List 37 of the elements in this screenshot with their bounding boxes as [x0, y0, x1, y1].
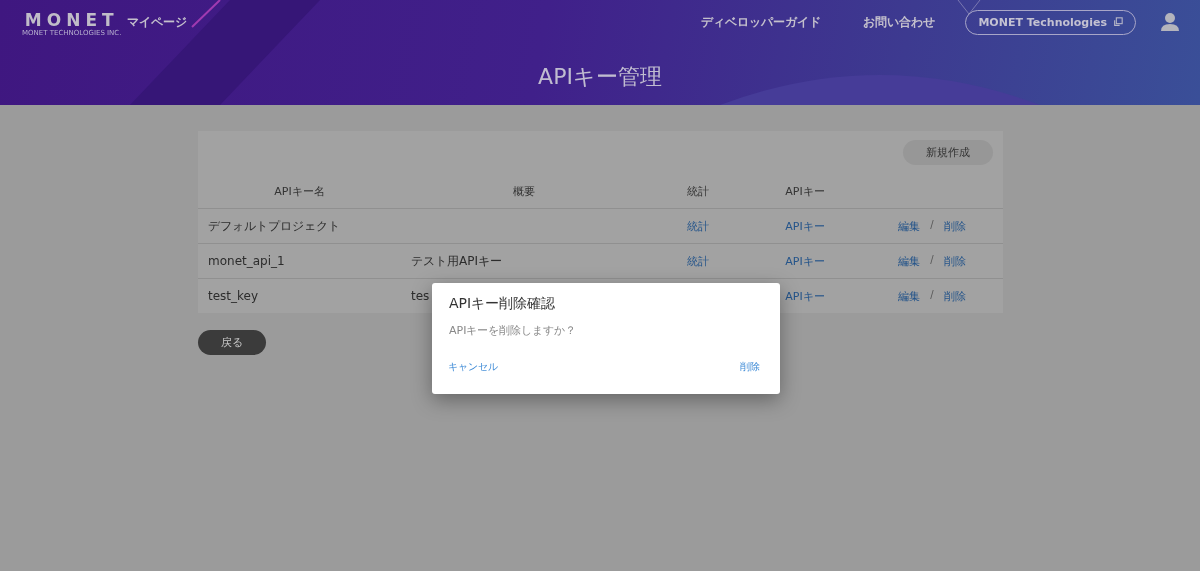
delete-link[interactable]: 削除	[943, 218, 966, 234]
dialog-title: APIキー削除確認	[449, 295, 557, 313]
stats-link[interactable]: 統計	[687, 219, 709, 233]
column-header: APIキー名	[273, 184, 326, 199]
separator: /	[930, 253, 934, 267]
edit-link[interactable]: 編集	[898, 288, 921, 304]
api-key-link[interactable]: APIキー	[785, 219, 825, 233]
api-key-link[interactable]: APIキー	[785, 254, 825, 268]
external-link-icon	[1113, 17, 1123, 27]
delete-link[interactable]: 削除	[943, 253, 966, 269]
nav-link[interactable]: ディベロッパーガイド	[701, 13, 822, 31]
table-cell: tes	[411, 289, 430, 303]
page-title: APIキー管理	[538, 63, 662, 91]
stats-link[interactable]: 統計	[687, 254, 709, 268]
edit-link[interactable]: 編集	[898, 253, 921, 269]
table-cell-text: monet_api_1	[207, 254, 286, 268]
edit-link[interactable]: 編集	[898, 218, 921, 234]
logo-text: MONET	[24, 10, 119, 29]
column-header: 概要	[512, 184, 536, 199]
accent-line	[191, 0, 221, 28]
dialog-message: APIキーを削除しますか？	[449, 323, 578, 338]
back-button[interactable]: 戻る	[198, 330, 266, 355]
delete-button[interactable]: 削除	[736, 360, 764, 374]
separator: /	[930, 288, 934, 302]
table-cell: テスト用APIキー	[411, 253, 502, 268]
cancel-button[interactable]: キャンセル	[444, 360, 502, 374]
table-cell-text: test_key	[207, 289, 260, 303]
mypage-link[interactable]: マイページ	[127, 13, 188, 31]
api-key-link[interactable]: APIキー	[785, 289, 825, 303]
nav-link[interactable]: お問い合わせ	[863, 13, 936, 31]
column-header: 統計	[686, 184, 710, 199]
delete-link[interactable]: 削除	[943, 288, 966, 304]
table-cell-text: デフォルトプロジェクト	[207, 217, 341, 235]
user-icon[interactable]	[1160, 12, 1180, 32]
new-button[interactable]: 新規作成	[903, 140, 993, 165]
column-header: APIキー	[784, 184, 826, 199]
separator: /	[930, 218, 934, 232]
